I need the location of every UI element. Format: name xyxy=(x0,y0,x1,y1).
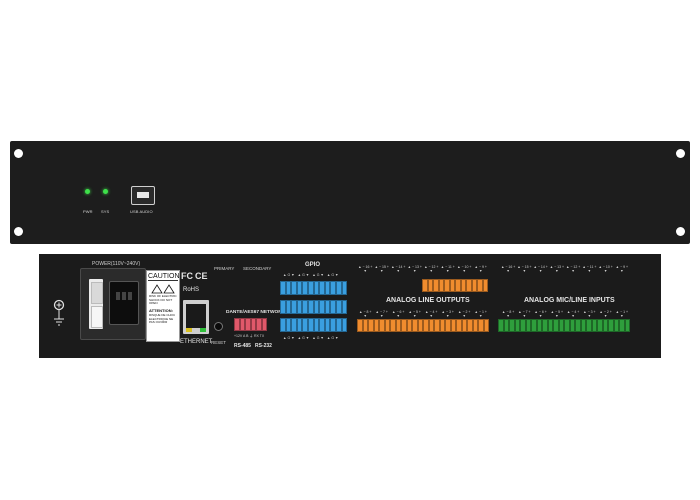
ethernet-led-right xyxy=(200,328,206,332)
ethernet-label: ETHERNET xyxy=(180,339,213,345)
channel-number: ▲ − 5 + ▼ xyxy=(550,310,564,318)
channel-number: ▲ − 11 + ▼ xyxy=(582,265,597,273)
channel-number: ▲ − 1 + ▼ xyxy=(615,310,629,318)
pwr-led-label: PWR xyxy=(83,209,93,214)
ethernet-led-left xyxy=(186,328,192,332)
channel-number: ▲ − 4 + ▼ xyxy=(566,310,580,318)
channel-number: ▲ − 14 + ▼ xyxy=(391,265,406,273)
input-channel-numbers-bottom: ▲ − 8 + ▼ ▲ − 7 + ▼ ▲ − 6 + ▼ ▲ − 5 + ▼ ▲ − … xyxy=(500,310,630,318)
power-module xyxy=(80,268,146,340)
inlet-pin xyxy=(122,292,126,300)
attention-text: RISQUE DE CHOC ELECTRIQUE NE PAS OUVRIR xyxy=(149,313,176,324)
serial-terminal-block[interactable] xyxy=(234,318,267,331)
usb-audio-port[interactable] xyxy=(131,186,155,205)
channel-number: ▲ − 15 + ▼ xyxy=(517,265,532,273)
terminal-pin xyxy=(261,318,267,331)
power-switch[interactable] xyxy=(89,279,103,329)
rs232-label: RS-232 xyxy=(255,343,272,349)
channel-number: ▲ − 8 + ▼ xyxy=(359,310,372,318)
channel-number: ▲ − 12 + ▼ xyxy=(565,265,581,273)
analog-line-outputs-label: ANALOG LINE OUTPUTS xyxy=(386,297,470,304)
ground-terminal-icon xyxy=(53,299,65,326)
channel-number: ▲ − 11 + ▼ xyxy=(440,265,455,273)
channel-number: ▲ − 10 + ▼ xyxy=(457,265,472,273)
channel-number: ▲ − 7 + ▼ xyxy=(375,310,388,318)
caution-title: CAUTION xyxy=(148,273,180,281)
channel-number: ▲ − 14 + ▼ xyxy=(533,265,548,273)
rohs-mark: RoHS xyxy=(183,287,200,293)
gpio-terminal-block-bottom[interactable] xyxy=(280,318,348,332)
reset-button[interactable] xyxy=(214,322,223,331)
input-terminal-block[interactable] xyxy=(498,319,630,332)
ethernet-port[interactable] xyxy=(183,300,209,334)
gpio-label: GPIO xyxy=(305,262,321,268)
channel-number: ▲ − 13 + ▼ xyxy=(549,265,565,273)
analog-mic-line-inputs-label: ANALOG MIC/LINE INPUTS xyxy=(524,297,615,304)
terminal-pin xyxy=(341,281,348,295)
fcc-mark: FC xyxy=(181,271,193,281)
ce-mark: CE xyxy=(195,271,208,281)
terminal-pin xyxy=(482,279,488,292)
sys-led-label: SYS xyxy=(101,209,110,214)
terminal-pin xyxy=(483,319,489,332)
power-switch-rocker-on xyxy=(91,282,103,304)
inlet-pin xyxy=(128,292,132,300)
rack-ear-hole xyxy=(14,227,23,236)
channel-number: ▲ − 3 + ▼ xyxy=(583,310,596,318)
channel-number: ▲ − 7 + ▼ xyxy=(518,310,531,318)
input-channel-numbers-top: ▲ − 16 + ▼ ▲ − 15 + ▼ ▲ − 14 + ▼ ▲ − 13 + ▼… xyxy=(500,265,630,273)
terminal-pin xyxy=(341,300,348,314)
channel-number: ▲ − 13 + ▼ xyxy=(407,265,422,273)
power-switch-rocker-off xyxy=(91,306,103,328)
channel-number: ▲ − 6 + ▼ xyxy=(392,310,405,318)
rack-ear-hole xyxy=(14,149,23,158)
channel-number: ▲ − 16 + ▼ xyxy=(500,265,516,273)
gpio-pin-labels-bottom: ▲G▼ ▲G▼ ▲G▼ ▲G▼ xyxy=(283,336,340,340)
channel-number: ▲ − 1 + ▼ xyxy=(474,310,487,318)
gpio-terminal-block-middle[interactable] xyxy=(280,300,348,314)
warning-triangle-icons xyxy=(151,284,175,294)
gpio-terminal-block-top[interactable] xyxy=(280,281,348,295)
pwr-led-indicator xyxy=(85,189,90,194)
ethernet-jack xyxy=(186,304,206,328)
channel-number: ▲ − 9 + ▼ xyxy=(474,265,487,273)
gpio-pin-labels-top: ▲G▼ ▲G▼ ▲G▼ ▲G▼ xyxy=(283,273,340,277)
channel-number: ▲ − 8 + ▼ xyxy=(501,310,515,318)
primary-label: PRIMARY xyxy=(214,266,235,271)
caution-label: CAUTION RISK OF ELECTRIC SHOCK DO NOT OP… xyxy=(146,270,180,342)
usb-audio-label: USB AUDIO xyxy=(130,209,153,214)
caution-text: RISK OF ELECTRIC SHOCK DO NOT OPEN xyxy=(149,294,177,305)
terminal-pin xyxy=(624,319,630,332)
power-label: POWER(110V~240V) xyxy=(92,261,141,267)
channel-number: ▲ − 4 + ▼ xyxy=(425,310,438,318)
channel-number: ▲ − 9 + ▼ xyxy=(615,265,629,273)
inlet-pin xyxy=(116,292,120,300)
terminal-pin xyxy=(341,318,348,332)
output-channel-numbers-bottom: ▲ − 8 + ▼ ▲ − 7 + ▼ ▲ − 6 + ▼ ▲ − 5 + ▼ ▲ − … xyxy=(357,310,489,318)
rack-ear-hole xyxy=(676,149,685,158)
front-panel xyxy=(10,141,690,244)
rack-ear-hole xyxy=(676,227,685,236)
iec-power-inlet[interactable] xyxy=(109,281,139,325)
sys-led-indicator xyxy=(103,189,108,194)
channel-number: ▲ − 10 + ▼ xyxy=(598,265,613,273)
secondary-label: SECONDARY xyxy=(243,266,272,271)
channel-number: ▲ − 5 + ▼ xyxy=(408,310,421,318)
channel-number: ▲ − 15 + ▼ xyxy=(374,265,389,273)
serial-pin-labels: +12V A B ⏚ RX TX xyxy=(234,334,265,338)
channel-number: ▲ − 12 + ▼ xyxy=(424,265,439,273)
output-channel-numbers-top: ▲ − 16 + ▼ ▲ − 15 + ▼ ▲ − 14 + ▼ ▲ − 13 + ▼… xyxy=(357,265,489,273)
channel-number: ▲ − 6 + ▼ xyxy=(534,310,547,318)
reset-label: RESET xyxy=(211,340,227,345)
rs485-label: RS-485 xyxy=(234,343,251,349)
usb-port-slot xyxy=(137,192,149,198)
channel-number: ▲ − 16 + ▼ xyxy=(358,265,373,273)
channel-number: ▲ − 2 + ▼ xyxy=(458,310,471,318)
channel-number: ▲ − 3 + ▼ xyxy=(441,310,454,318)
channel-number: ▲ − 2 + ▼ xyxy=(599,310,612,318)
output-terminal-block-upper[interactable] xyxy=(422,279,488,292)
output-terminal-block-lower[interactable] xyxy=(357,319,489,332)
